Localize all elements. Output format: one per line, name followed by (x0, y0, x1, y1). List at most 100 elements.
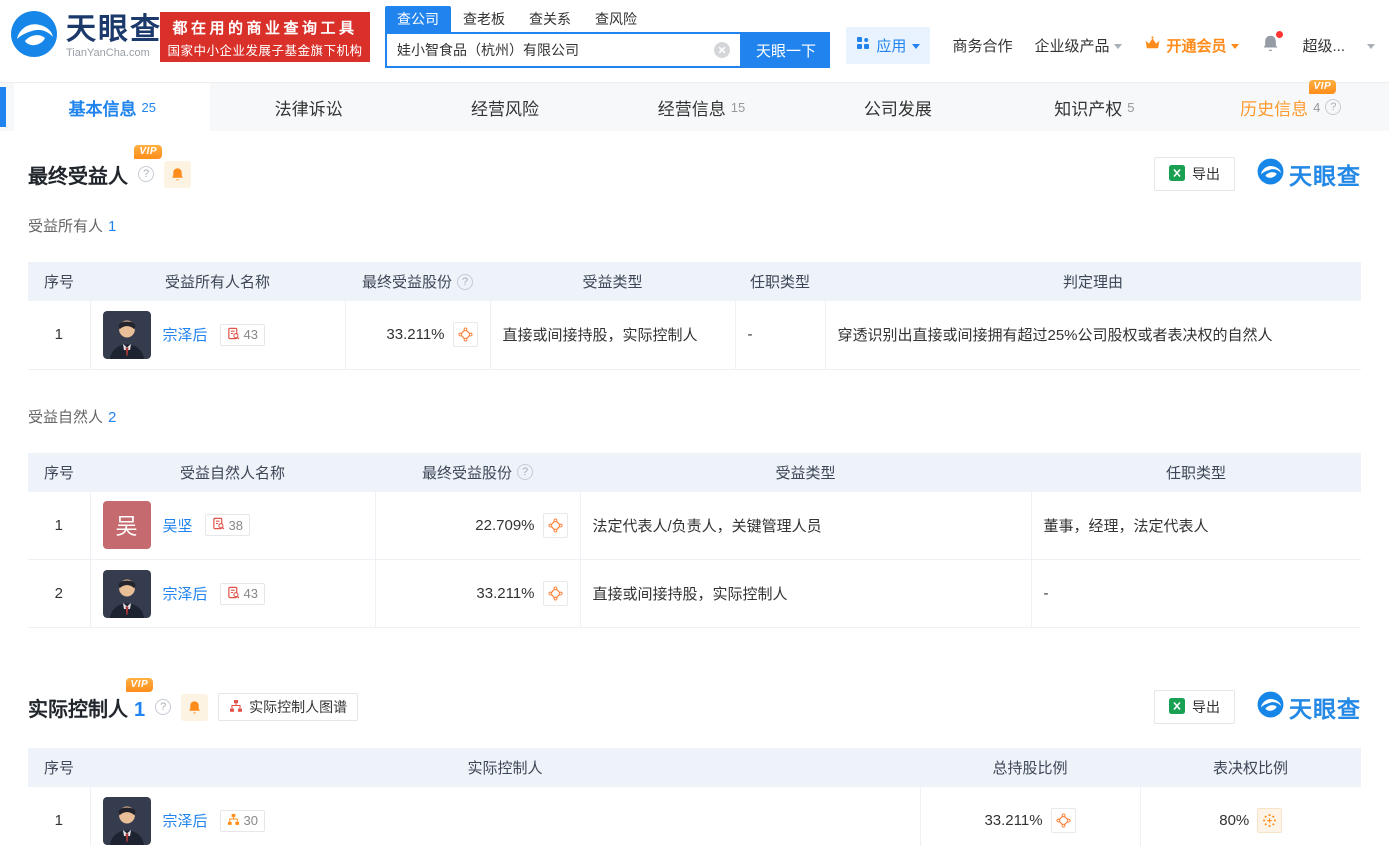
notification-bell-icon[interactable] (1261, 30, 1284, 57)
search-tab-boss[interactable]: 查老板 (451, 6, 517, 32)
tianyancha-swirl-icon (1257, 691, 1284, 723)
tianyancha-swirl-icon (1257, 158, 1284, 190)
tab-operation-risk[interactable]: 经营风险 (407, 83, 603, 131)
owners-count: 1 (108, 218, 117, 235)
col-no: 序号 (28, 748, 90, 787)
subscribe-bell-icon[interactable] (181, 693, 209, 721)
search-button[interactable]: 天眼一下 (742, 32, 830, 68)
export-button[interactable]: 导出 (1154, 157, 1235, 191)
chevron-down-icon (912, 43, 921, 49)
chevron-down-icon (1231, 43, 1240, 49)
equity-structure-icon[interactable] (542, 581, 568, 606)
person-report-badge[interactable]: 38 (204, 514, 250, 537)
help-icon[interactable]: ? (138, 166, 154, 182)
owners-label-text: 受益所有人 (28, 218, 104, 235)
person-report-badge[interactable]: 43 (219, 323, 265, 346)
company-tab-bar: 基本信息 25 法律诉讼 经营风险 经营信息 15 公司发展 知识产权 5 历史… (0, 79, 1389, 131)
search-input[interactable] (387, 42, 714, 58)
position-type: 董事，经理，法定代表人 (1031, 491, 1361, 560)
avatar[interactable] (102, 310, 151, 359)
export-label: 导出 (1192, 699, 1220, 715)
tab-label: 经营风险 (471, 99, 540, 119)
nav-open-vip[interactable]: 开通会员 (1144, 35, 1240, 56)
search-tab-company[interactable]: 查公司 (385, 6, 451, 32)
col-owner-name: 受益所有人名称 (90, 262, 345, 301)
share-value: 33.211% (984, 812, 1043, 830)
nav-cooperation[interactable]: 商务合作 (952, 35, 1012, 56)
excel-icon (1169, 697, 1185, 717)
promo-banner: 都在用的商业查询工具 国家中小企业发展子基金旗下机构 (160, 12, 370, 62)
nav-enterprise-label: 企业级产品 (1034, 37, 1110, 55)
person-link[interactable]: 宗泽后 (163, 810, 208, 831)
help-icon[interactable]: ? (1325, 99, 1342, 115)
voting-value: 80% (1219, 812, 1250, 830)
equity-structure-icon[interactable] (1050, 808, 1076, 834)
nav-user-label: 超级... (1302, 37, 1345, 55)
naturals-label-text: 受益自然人 (28, 408, 104, 426)
person-link[interactable]: 宗泽后 (163, 324, 208, 345)
search-tab-risk[interactable]: 查风险 (583, 6, 649, 32)
avatar[interactable] (102, 796, 151, 845)
tab-label: 法律诉讼 (274, 99, 343, 119)
help-icon[interactable]: ? (517, 464, 533, 480)
equity-structure-icon[interactable] (452, 322, 478, 348)
report-doc-icon (227, 327, 240, 343)
apps-label: 应用 (876, 37, 907, 55)
vip-badge: VIP (1308, 79, 1337, 94)
controller-section: 实际控制人 1 VIP ? 实际控制人图谱 导出 天眼查 序号 实际控制人 总持… (28, 677, 1361, 846)
badge-count: 30 (243, 813, 258, 829)
col-benefit-type: 受益类型 (490, 262, 735, 301)
tab-operation-info[interactable]: 经营信息 15 (603, 83, 799, 131)
watermark-text: 天眼查 (1289, 696, 1361, 722)
col-voting-ratio: 表决权比例 (1140, 748, 1361, 787)
person-link[interactable]: 宗泽后 (163, 583, 208, 604)
avatar[interactable] (102, 569, 151, 618)
col-final-share: 最终受益股份? (375, 452, 580, 492)
share-value: 33.211% (476, 585, 535, 602)
share-value: 33.211% (386, 326, 445, 344)
avatar[interactable]: 吴 (102, 501, 151, 550)
person-link[interactable]: 吴坚 (163, 515, 193, 536)
share-value: 22.709% (475, 516, 535, 534)
tianyancha-logo[interactable]: 天眼查 TianYanCha.com (10, 10, 162, 63)
naturals-count: 2 (108, 408, 117, 426)
person-report-badge[interactable]: 43 (219, 582, 265, 605)
col-total-share: 总持股比例 (920, 748, 1140, 787)
voting-rights-icon[interactable] (1257, 808, 1283, 834)
nav-user-menu[interactable]: 超级... (1302, 35, 1345, 56)
search-module: 查公司 查老板 查关系 查风险 天眼一下 (385, 6, 830, 68)
equity-structure-icon[interactable] (542, 512, 568, 538)
report-doc-icon (227, 586, 240, 602)
logo-domain: TianYanCha.com (66, 46, 150, 59)
top-bar: 天眼查 TianYanCha.com 都在用的商业查询工具 国家中小企业发展子基… (0, 0, 1389, 70)
apps-menu[interactable]: 应用 (846, 26, 931, 64)
help-icon[interactable]: ? (457, 273, 473, 290)
tab-label: 知识产权 (1054, 99, 1123, 119)
row-no: 1 (28, 301, 91, 370)
search-tab-relation[interactable]: 查关系 (517, 6, 583, 32)
tab-legal[interactable]: 法律诉讼 (210, 83, 406, 131)
col-no: 序号 (28, 452, 90, 492)
badge-count: 38 (228, 517, 243, 533)
vip-badge: VIP (125, 677, 154, 692)
export-button[interactable]: 导出 (1154, 690, 1235, 724)
person-graph-badge[interactable]: 30 (219, 809, 265, 832)
tab-history-info[interactable]: 历史信息 VIP 4 ? (1193, 79, 1389, 131)
chevron-down-icon (1367, 43, 1375, 49)
section-title-controller: 实际控制人 (28, 698, 128, 721)
row-no: 1 (28, 491, 91, 560)
clear-icon[interactable] (714, 42, 730, 58)
nav-enterprise[interactable]: 企业级产品 (1034, 35, 1123, 56)
subscribe-bell-icon[interactable] (164, 160, 191, 188)
table-header-row: 序号 受益自然人名称 最终受益股份? 受益类型 任职类型 (28, 452, 1361, 492)
tab-intellectual-property[interactable]: 知识产权 5 (996, 83, 1192, 131)
tab-basic-info[interactable]: 基本信息 25 (14, 83, 211, 131)
watermark-text: 天眼查 (1289, 163, 1361, 189)
tab-company-development[interactable]: 公司发展 (800, 83, 996, 131)
controller-graph-button[interactable]: 实际控制人图谱 (218, 693, 359, 721)
badge-count: 43 (243, 586, 258, 601)
tab-label: 公司发展 (863, 99, 932, 119)
col-benefit-type: 受益类型 (580, 452, 1031, 492)
help-icon[interactable]: ? (155, 699, 172, 715)
watermark-logo: 天眼查 (1257, 157, 1361, 191)
